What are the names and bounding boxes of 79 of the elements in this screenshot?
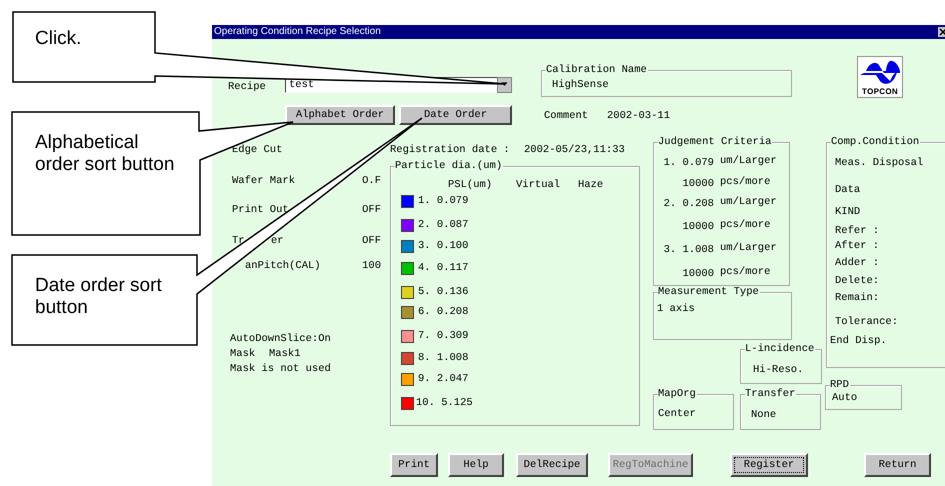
condition-label: Remain: — [835, 292, 880, 304]
action-button[interactable]: DelRecipe — [516, 453, 588, 477]
action-button[interactable]: Help — [448, 453, 504, 477]
condition-label: Meas. Disposal — [835, 157, 924, 169]
measurement-type-value: 1 axis — [657, 303, 695, 315]
column-header: Virtual — [516, 179, 560, 191]
setting-value: O.F — [362, 175, 381, 187]
particle-size: 4. 0.117 — [418, 262, 468, 274]
action-button[interactable]: Print — [390, 453, 438, 477]
setting-label: anPitch(CAL) — [245, 260, 321, 272]
condition-label: KIND — [835, 206, 860, 218]
note-value: Mask1 — [269, 348, 301, 360]
condition-label: Refer : — [835, 225, 880, 237]
group-title: MapOrg — [658, 388, 697, 400]
criteria-value: 10000 — [681, 178, 714, 190]
setting-label: Print Out — [232, 204, 289, 216]
close-icon[interactable] — [938, 27, 945, 37]
criteria-value: 2. 0.208 — [662, 198, 714, 210]
particle-size: 9. 2.047 — [418, 373, 468, 385]
criteria-unit: pcs/more — [720, 176, 770, 188]
group-title: Judgement Criteria — [658, 136, 772, 148]
logo-icon — [860, 59, 900, 87]
registration-label: Registration date : — [390, 144, 510, 156]
particle-size: 10. 5.125 — [416, 397, 473, 409]
criteria-unit: um/Larger — [720, 155, 777, 167]
registration-value: 2002-05/23,11:33 — [524, 144, 625, 156]
dropdown-button[interactable] — [497, 77, 512, 93]
incidence-value: Hi-Reso. — [753, 364, 804, 376]
field-label: Comment — [544, 110, 588, 122]
callout-text: Date order sort button — [35, 275, 163, 319]
map-origin-value: Center — [658, 408, 696, 420]
setting-label: Tr — [232, 235, 245, 247]
particle-size: 2. 0.087 — [418, 219, 468, 231]
note-text: AutoDownSlice:On — [230, 333, 331, 345]
criteria-unit: um/Larger — [720, 242, 777, 254]
column-header: Haze — [578, 179, 604, 191]
condition-label: Tolerance: — [835, 316, 898, 328]
sort-button[interactable]: Date Order — [399, 105, 512, 125]
criteria-value: 1. 0.079 — [662, 157, 714, 169]
sort-button[interactable]: Alphabet Order — [285, 105, 395, 125]
column-header: PSL(um) — [448, 179, 492, 191]
callout-text: Alphabetical order sort button — [35, 132, 176, 176]
criteria-value: 10000 — [681, 268, 714, 280]
note-text: Mask — [230, 348, 256, 360]
condition-label: Adder : — [835, 257, 880, 269]
setting-value: OFF — [362, 204, 381, 216]
criteria-unit: um/Larger — [720, 196, 777, 208]
setting-label: Wafer Mark — [232, 175, 296, 187]
condition-label: After : — [835, 240, 880, 252]
particle-size: 6. 0.208 — [418, 306, 468, 318]
field-label: Recipe — [228, 81, 266, 93]
logo-text: TOPCON — [862, 87, 898, 96]
particle-size: 3. 0.100 — [418, 240, 468, 252]
note-text: Mask is not used — [230, 363, 331, 375]
group-title: Measurement Type — [658, 286, 760, 298]
particle-size: 7. 0.309 — [418, 330, 468, 342]
action-button[interactable]: Register — [730, 453, 808, 477]
criteria-unit: pcs/more — [720, 266, 770, 278]
criteria-unit: pcs/more — [720, 219, 770, 231]
calibration-value: HighSense — [552, 79, 609, 91]
rpd-value: Auto — [832, 392, 858, 404]
condition-label: Data — [835, 184, 860, 196]
callout-text: Click. — [35, 28, 82, 50]
particle-size: 8. 1.008 — [418, 352, 468, 364]
setting-value: 100 — [362, 260, 381, 272]
particle-size: 5. 0.136 — [418, 286, 468, 298]
particle-size: 1. 0.079 — [418, 195, 468, 207]
criteria-value: 10000 — [681, 221, 714, 233]
window-title: Operating Condition Recipe Selection — [214, 26, 381, 37]
condition-label: End Disp. — [830, 335, 887, 347]
transfer-value: None — [751, 409, 776, 421]
setting-label: er — [271, 235, 284, 247]
setting-value: OFF — [362, 235, 381, 247]
condition-label: Delete: — [835, 275, 880, 287]
group-title: Particle dia.(um) — [395, 160, 504, 172]
action-button[interactable]: Return — [864, 453, 931, 477]
criteria-value: 3. 1.008 — [662, 244, 714, 256]
comment-value: 2002-03-11 — [607, 110, 670, 122]
group-title: Comp.Condition — [831, 136, 920, 148]
